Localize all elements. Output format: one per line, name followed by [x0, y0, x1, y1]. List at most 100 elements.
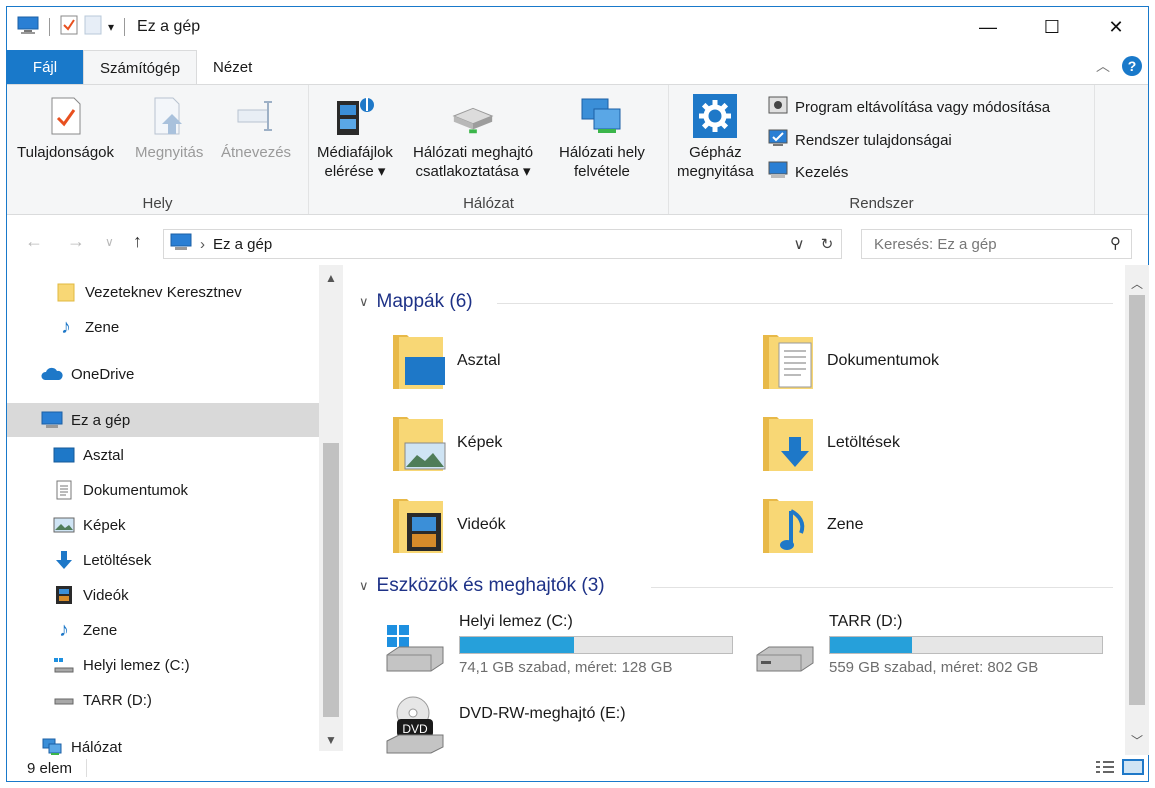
tab-view[interactable]: Nézet	[197, 50, 268, 84]
group-network: Médiafájlok elérése ▾ Hálózati meghajtó …	[309, 85, 669, 214]
nav-item-documents[interactable]: Dokumentumok	[7, 473, 319, 507]
drive-usage-bar	[829, 636, 1103, 654]
collapse-chevron-icon[interactable]: ∨	[359, 294, 369, 310]
open-button[interactable]: Megnyitás	[135, 91, 203, 162]
tab-computer[interactable]: Számítógép	[83, 50, 198, 85]
properties-button[interactable]: Tulajdonságok	[17, 91, 114, 162]
forward-arrow-icon[interactable]: →	[67, 231, 85, 252]
media-access-label-2: elérése ▾	[324, 163, 386, 180]
drive-name: DVD-RW-meghajtó (E:)	[459, 705, 626, 722]
tab-file[interactable]: Fájl	[7, 50, 83, 84]
nav-item-onedrive[interactable]: OneDrive	[7, 357, 319, 391]
add-location-label-2: felvétele	[574, 163, 630, 180]
rename-button[interactable]: Átnevezés	[221, 91, 291, 162]
large-icons-view-icon[interactable]	[1122, 759, 1144, 779]
refresh-icon[interactable]: ↻	[813, 235, 841, 253]
folder-label: Letöltések	[827, 434, 900, 451]
item-count: 9 elem	[27, 759, 73, 777]
nav-label: Videók	[83, 586, 129, 604]
nav-item-tarr-d[interactable]: TARR (D:)	[7, 683, 319, 717]
dvd-drive-icon: DVD	[381, 695, 451, 755]
breadcrumb-chevron-icon[interactable]: ›	[200, 236, 205, 253]
collapse-ribbon-icon[interactable]: ︿	[1096, 56, 1110, 76]
drive-tile-d[interactable]: TARR (D:) 559 GB szabad, méret: 802 GB	[751, 613, 1103, 676]
nav-item-pictures[interactable]: Képek	[7, 508, 319, 542]
open-settings-label-2: megnyitása	[677, 163, 754, 180]
folder-tile-downloads[interactable]: Letöltések	[759, 411, 900, 475]
drive-tile-c[interactable]: Helyi lemez (C:) 74,1 GB szabad, méret: …	[381, 613, 733, 676]
nav-pane-scroll-thumb[interactable]	[323, 443, 339, 717]
music-icon: ♪	[59, 618, 69, 641]
folders-header-label: Mappák (6)	[376, 291, 473, 312]
nav-label: Letöltések	[83, 551, 152, 569]
manage-button[interactable]: Kezelés	[767, 160, 848, 184]
details-view-icon[interactable]	[1094, 759, 1116, 779]
nav-pane-scrollbar[interactable]: ▲ ▼	[319, 265, 343, 751]
content-scrollbar[interactable]: ︿ ﹀	[1125, 265, 1149, 755]
folder-label: Videók	[457, 516, 506, 533]
folder-tile-documents[interactable]: Dokumentumok	[759, 329, 939, 393]
recent-locations-icon[interactable]: ∨	[105, 235, 114, 249]
nav-label: Ez a gép	[71, 411, 131, 429]
nav-label: Vezeteknev Keresztnev	[85, 283, 242, 301]
map-network-drive-button[interactable]: Hálózati meghajtó csatlakoztatása ▾	[413, 91, 533, 181]
new-folder-icon[interactable]	[84, 15, 102, 39]
scroll-down-icon[interactable]: ﹀	[1125, 732, 1149, 749]
content-pane: ∨ Mappák (6) Asztal Dokumentumok Képek L…	[345, 265, 1125, 755]
videos-icon	[53, 584, 75, 606]
nav-item-desktop[interactable]: Asztal	[7, 438, 319, 472]
ribbon: Tulajdonságok Megnyitás Átnevezés Hely M…	[7, 84, 1148, 215]
group-label-network: Hálózat	[463, 195, 514, 212]
address-bar[interactable]: › Ez a gép ∨ ↻	[163, 229, 842, 259]
qat-dropdown-icon[interactable]: ▾	[108, 20, 114, 34]
search-box[interactable]: Keresés: Ez a gép ⚲	[861, 229, 1132, 259]
local-disk-icon	[53, 654, 75, 676]
downloads-icon	[53, 549, 75, 571]
address-dropdown-icon[interactable]: ∨	[785, 235, 813, 253]
folders-section-header[interactable]: ∨ Mappák (6)	[359, 291, 473, 313]
rename-label: Átnevezés	[221, 144, 292, 161]
computer-icon[interactable]	[17, 15, 39, 39]
breadcrumb-current[interactable]: Ez a gép	[213, 236, 272, 253]
scroll-up-icon[interactable]: ▲	[319, 271, 343, 285]
quick-access-toolbar: ▾	[7, 15, 129, 39]
collapse-chevron-icon[interactable]: ∨	[359, 578, 369, 594]
drive-usage-fill	[830, 637, 912, 653]
uninstall-program-button[interactable]: Program eltávolítása vagy módosítása	[767, 95, 1050, 119]
back-arrow-icon[interactable]: ←	[25, 231, 43, 252]
properties-icon	[43, 91, 89, 141]
nav-item-local-disk-c[interactable]: Helyi lemez (C:)	[7, 648, 319, 682]
folder-tile-desktop[interactable]: Asztal	[389, 329, 501, 393]
minimize-button[interactable]: —	[956, 7, 1020, 47]
open-settings-button[interactable]: Gépház megnyitása	[677, 91, 754, 181]
desktop-icon	[53, 444, 75, 466]
title-bar: ▾ Ez a gép — ☐ ✕	[7, 7, 1148, 47]
nav-item-downloads[interactable]: Letöltések	[7, 543, 319, 577]
drives-section-header[interactable]: ∨ Eszközök és meghajtók (3)	[359, 575, 605, 597]
search-icon[interactable]: ⚲	[1110, 234, 1121, 252]
folder-tile-music[interactable]: Zene	[759, 493, 863, 557]
folder-tile-pictures[interactable]: Képek	[389, 411, 502, 475]
media-access-button[interactable]: Médiafájlok elérése ▾	[317, 91, 393, 181]
help-icon[interactable]: ?	[1122, 56, 1142, 76]
folder-tile-videos[interactable]: Videók	[389, 493, 506, 557]
system-properties-button[interactable]: Rendszer tulajdonságai	[767, 128, 952, 152]
properties-icon[interactable]	[60, 15, 78, 39]
nav-label: Helyi lemez (C:)	[83, 656, 190, 674]
nav-label: Asztal	[83, 446, 124, 464]
nav-item-music-quick[interactable]: ♪ Zene	[7, 310, 319, 344]
up-arrow-icon[interactable]: ↑	[133, 231, 142, 252]
open-label: Megnyitás	[135, 144, 204, 161]
nav-item-user-folder[interactable]: Vezeteknev Keresztnev	[7, 275, 319, 309]
scroll-down-icon[interactable]: ▼	[319, 733, 343, 747]
nav-label: Zene	[83, 621, 118, 639]
maximize-button[interactable]: ☐	[1020, 7, 1084, 47]
nav-item-music[interactable]: ♪ Zene	[7, 613, 319, 647]
nav-item-videos[interactable]: Videók	[7, 578, 319, 612]
nav-item-this-pc[interactable]: Ez a gép	[7, 403, 319, 437]
drive-tile-e[interactable]: DVD DVD-RW-meghajtó (E:)	[381, 695, 626, 755]
add-network-location-button[interactable]: Hálózati hely felvétele	[559, 91, 645, 181]
content-scroll-thumb[interactable]	[1129, 295, 1145, 705]
close-button[interactable]: ✕	[1084, 7, 1148, 47]
scroll-up-icon[interactable]: ︿	[1125, 275, 1149, 292]
